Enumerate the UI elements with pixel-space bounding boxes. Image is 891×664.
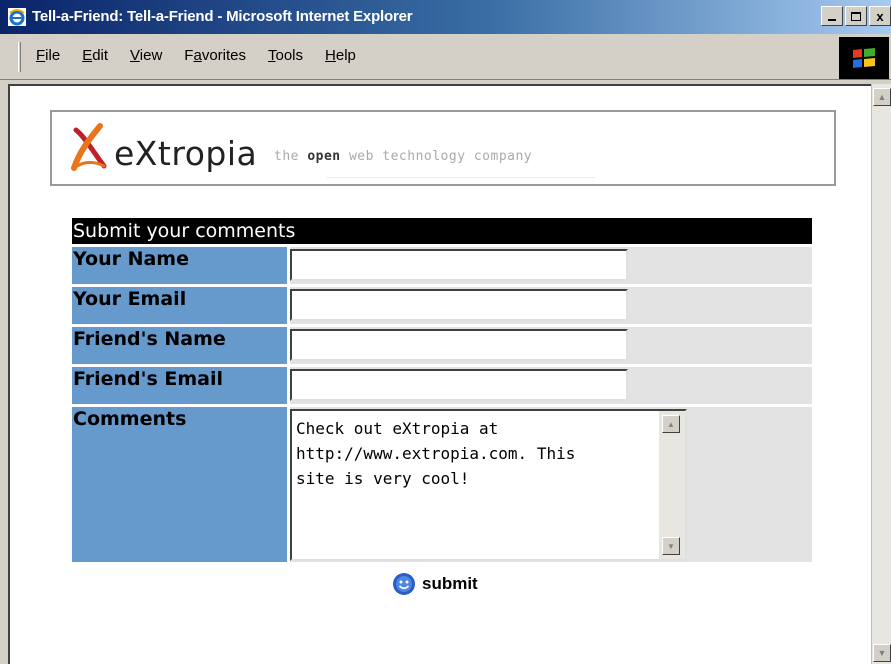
menu-item-favorites[interactable]: Favorites bbox=[184, 47, 258, 64]
form-row-your-email: Your Email bbox=[72, 287, 812, 324]
maximize-icon bbox=[851, 11, 861, 21]
menu-item-tools[interactable]: Tools bbox=[268, 47, 315, 64]
field-label: Your Name bbox=[72, 247, 287, 284]
form-header: Submit your comments bbox=[72, 218, 812, 244]
input-cell: Check out eXtropia at http://www.extropi… bbox=[290, 407, 812, 562]
window-title: Tell-a-Friend: Tell-a-Friend - Microsoft… bbox=[32, 8, 413, 25]
arrow-down-icon: ▼ bbox=[667, 541, 675, 551]
friends-email-input[interactable] bbox=[290, 369, 628, 401]
title-bar[interactable]: Tell-a-Friend: Tell-a-Friend - Microsoft… bbox=[0, 0, 891, 34]
page-content: eXtropia the open web technology company… bbox=[8, 84, 871, 664]
menu-item-help[interactable]: Help bbox=[325, 47, 368, 64]
page-scrollbar[interactable]: ▲ ▼ bbox=[871, 84, 891, 664]
arrow-down-icon: ▼ bbox=[877, 648, 887, 658]
field-label: Your Email bbox=[72, 287, 287, 324]
logo-tagline: the open web technology company bbox=[274, 149, 532, 164]
field-label: Friend's Email bbox=[72, 367, 287, 404]
extropia-logo-icon bbox=[71, 123, 107, 171]
minimize-button[interactable] bbox=[821, 6, 843, 26]
form-row-friends-email: Friend's Email bbox=[72, 367, 812, 404]
comments-scrollbar[interactable]: ▲ ▼ bbox=[659, 411, 685, 559]
menu-item-file[interactable]: File bbox=[36, 47, 72, 64]
tagline-bold: open bbox=[307, 149, 341, 164]
friends-name-input[interactable] bbox=[290, 329, 628, 361]
menu-item-view[interactable]: View bbox=[130, 47, 174, 64]
logo-underline bbox=[326, 177, 596, 178]
your-name-input[interactable] bbox=[290, 249, 628, 281]
your-email-input[interactable] bbox=[290, 289, 628, 321]
smiley-icon bbox=[393, 573, 415, 595]
tagline-prefix: the bbox=[274, 149, 308, 164]
logo-banner: eXtropia the open web technology company bbox=[50, 110, 836, 186]
close-icon: x bbox=[876, 8, 884, 24]
field-label: Friend's Name bbox=[72, 327, 287, 364]
form-row-friends-name: Friend's Name bbox=[72, 327, 812, 364]
maximize-button[interactable] bbox=[845, 6, 867, 26]
page-scroll-down-button[interactable]: ▼ bbox=[873, 644, 891, 662]
form-row-your-name: Your Name bbox=[72, 247, 812, 284]
field-label: Comments bbox=[72, 407, 287, 562]
submit-label: submit bbox=[422, 574, 478, 593]
windows-flag-icon bbox=[853, 48, 875, 68]
ie-icon bbox=[8, 8, 26, 26]
tell-a-friend-form: Submit your comments Your Name Your Emai… bbox=[72, 218, 812, 562]
menu-bar: File Edit View Favorites Tools Help bbox=[0, 34, 891, 80]
minimize-icon bbox=[828, 19, 836, 21]
input-cell bbox=[290, 327, 812, 364]
browser-window: Tell-a-Friend: Tell-a-Friend - Microsoft… bbox=[0, 0, 891, 664]
scroll-up-button[interactable]: ▲ bbox=[662, 415, 680, 433]
submit-button[interactable]: submit bbox=[392, 572, 478, 596]
form-row-comments: Comments Check out eXtropia at http://ww… bbox=[72, 407, 812, 562]
menu-item-edit[interactable]: Edit bbox=[82, 47, 120, 64]
close-button[interactable]: x bbox=[869, 6, 891, 26]
tagline-suffix: web technology company bbox=[340, 149, 533, 164]
menu-grip[interactable] bbox=[18, 42, 21, 72]
input-cell bbox=[290, 287, 812, 324]
logo-wordmark: eXtropia bbox=[114, 134, 258, 173]
arrow-up-icon: ▲ bbox=[877, 92, 887, 102]
arrow-up-icon: ▲ bbox=[667, 419, 675, 429]
input-cell bbox=[290, 367, 812, 404]
windows-throbber bbox=[839, 37, 889, 79]
comments-text: Check out eXtropia at http://www.extropi… bbox=[296, 419, 576, 488]
comments-textarea[interactable]: Check out eXtropia at http://www.extropi… bbox=[290, 409, 687, 561]
input-cell bbox=[290, 247, 812, 284]
page-scroll-up-button[interactable]: ▲ bbox=[873, 88, 891, 106]
scroll-down-button[interactable]: ▼ bbox=[662, 537, 680, 555]
